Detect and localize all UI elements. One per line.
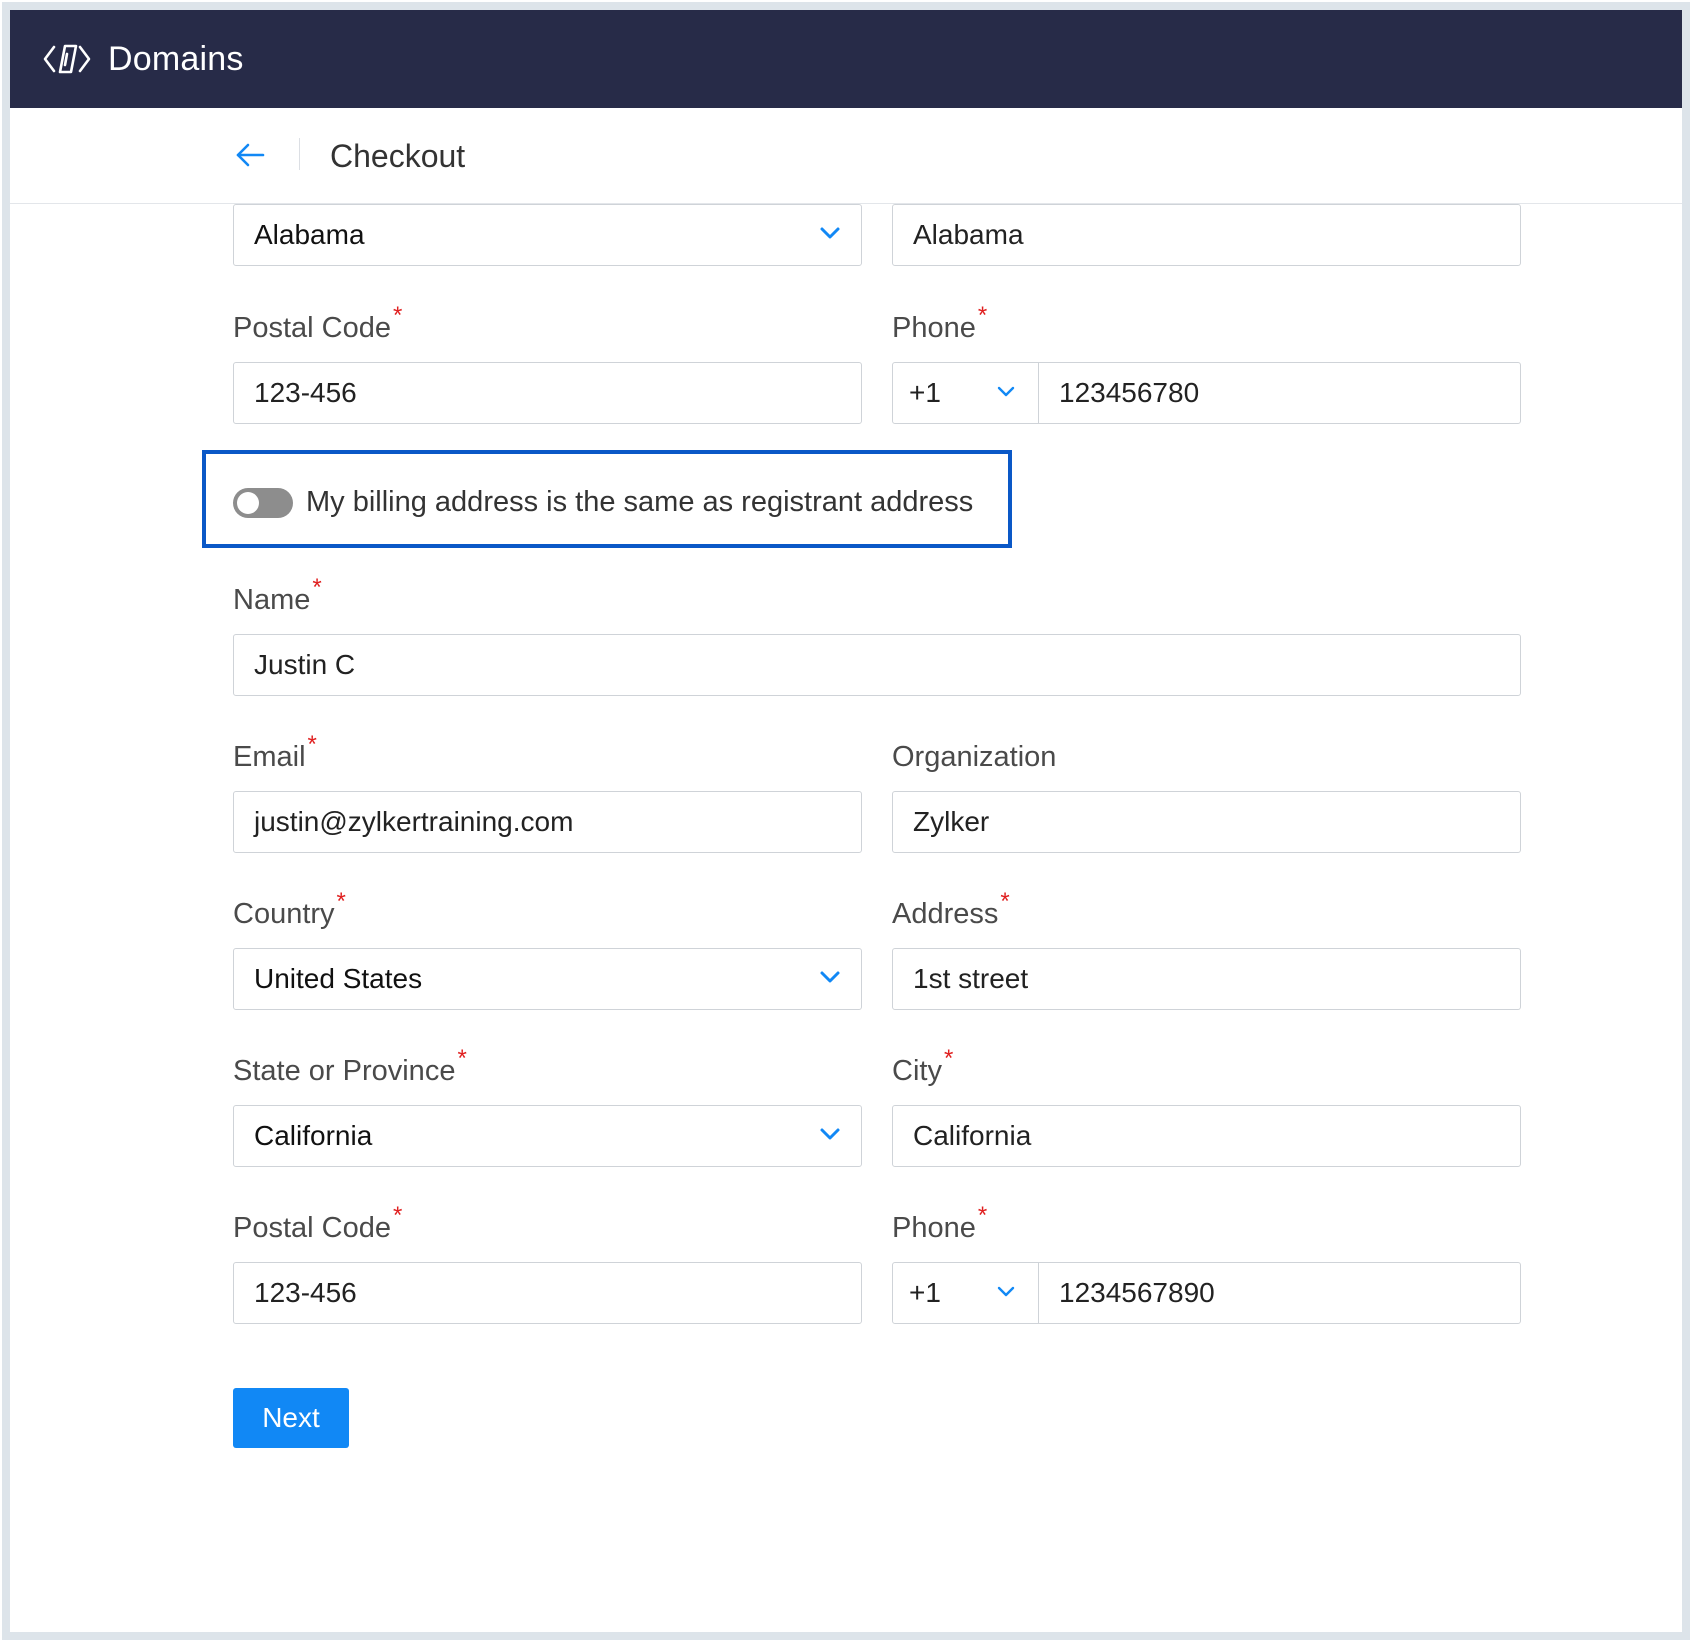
billing-same-toggle-row: My billing address is the same as regist…: [202, 450, 1012, 548]
country-value: United States: [254, 963, 423, 994]
email-value: justin@zylkertraining.com: [254, 806, 574, 837]
registrant-postal-code-field[interactable]: 123-456: [233, 362, 862, 424]
organization-field[interactable]: Zylker: [892, 791, 1521, 853]
billing-same-toggle[interactable]: [233, 488, 293, 518]
email-label: Email*: [233, 731, 317, 773]
page-title: Checkout: [330, 138, 466, 174]
page-header: Checkout: [10, 108, 1682, 204]
postal-code-label: Postal Code*: [233, 1202, 403, 1244]
country-select[interactable]: United States: [233, 948, 862, 1010]
phone-field: +1 1234567890: [892, 1262, 1521, 1324]
app-title: Domains: [108, 40, 244, 78]
registrant-phone-field: +1 123456780: [892, 362, 1521, 424]
chevron-down-icon: [820, 971, 840, 983]
registrant-phone-number-input[interactable]: 123456780: [1059, 363, 1199, 423]
email-field[interactable]: justin@zylkertraining.com: [233, 791, 862, 853]
domains-logo-icon: [43, 44, 91, 74]
state-value: California: [254, 1120, 373, 1151]
city-field[interactable]: California: [892, 1105, 1521, 1167]
registrant-city-field[interactable]: Alabama: [892, 204, 1521, 266]
address-label: Address*: [892, 888, 1010, 930]
registrant-phone-label: Phone*: [892, 302, 988, 344]
registrant-phone-code-value: +1: [909, 377, 941, 408]
arrow-left-icon[interactable]: [234, 140, 266, 170]
state-label: State or Province*: [233, 1045, 467, 1087]
country-label: Country*: [233, 888, 346, 930]
phone-code-select[interactable]: +1: [893, 1263, 1039, 1323]
postal-code-field[interactable]: 123-456: [233, 1262, 862, 1324]
address-field[interactable]: 1st street: [892, 948, 1521, 1010]
registrant-city-value: Alabama: [913, 219, 1024, 250]
name-value: Justin C: [254, 649, 356, 680]
header-divider: [299, 138, 300, 170]
postal-code-value: 123-456: [254, 1277, 357, 1308]
state-select[interactable]: California: [233, 1105, 862, 1167]
address-value: 1st street: [913, 963, 1029, 994]
organization-value: Zylker: [913, 806, 990, 837]
chevron-down-icon: [820, 1128, 840, 1140]
city-label: City*: [892, 1045, 954, 1087]
registrant-state-select[interactable]: Alabama: [233, 204, 862, 266]
registrant-phone-code-select[interactable]: +1: [893, 363, 1039, 423]
city-value: California: [913, 1120, 1032, 1151]
name-label: Name*: [233, 574, 322, 616]
registrant-postal-code-value: 123-456: [254, 377, 357, 408]
phone-label: Phone*: [892, 1202, 988, 1244]
chevron-down-icon: [997, 386, 1015, 397]
app-window: Domains Checkout Alabama Alabama Postal …: [2, 2, 1690, 1640]
checkout-form: Alabama Alabama Postal Code* Phone* 123-…: [10, 204, 1682, 1632]
phone-number-input[interactable]: 1234567890: [1059, 1263, 1215, 1323]
top-bar: Domains: [10, 10, 1682, 108]
next-button[interactable]: Next: [233, 1388, 349, 1448]
name-field[interactable]: Justin C: [233, 634, 1521, 696]
chevron-down-icon: [997, 1286, 1015, 1297]
registrant-postal-code-label: Postal Code*: [233, 302, 403, 344]
toggle-knob: [237, 492, 259, 514]
registrant-state-value: Alabama: [254, 219, 365, 250]
chevron-down-icon: [820, 227, 840, 239]
phone-code-value: +1: [909, 1277, 941, 1308]
organization-label: Organization: [892, 741, 1057, 773]
billing-same-toggle-label: My billing address is the same as regist…: [306, 486, 974, 518]
